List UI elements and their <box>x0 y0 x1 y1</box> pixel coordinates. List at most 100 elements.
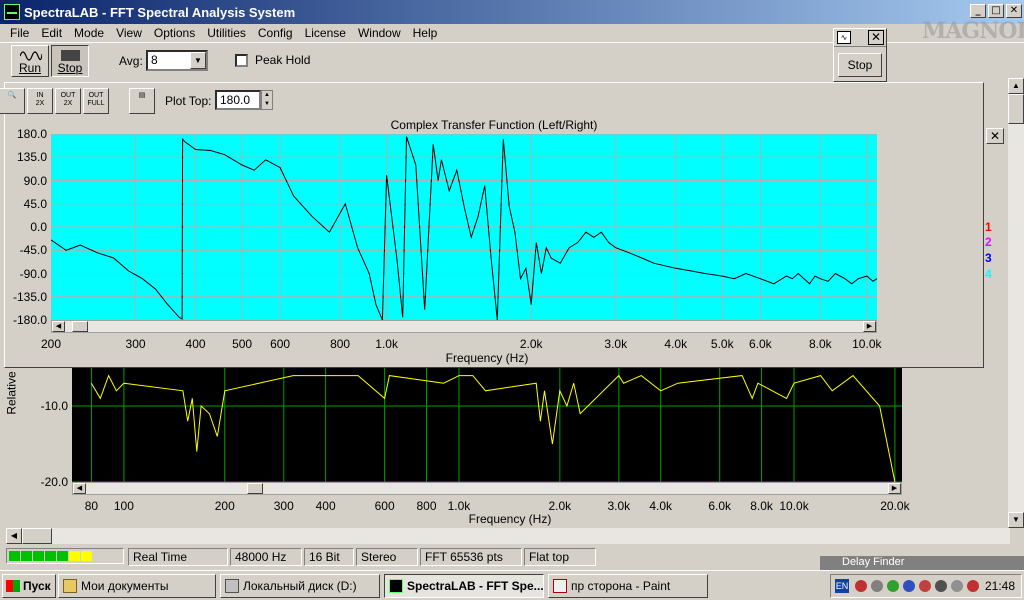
status-channels: Stereo <box>356 548 418 566</box>
plot-top-spinner[interactable]: ▲ ▼ <box>261 90 273 110</box>
transfer-plot[interactable] <box>51 134 877 320</box>
status-mode: Real Time <box>128 548 228 566</box>
scroll-right-icon[interactable]: ▶ <box>888 483 901 494</box>
tray-icon-7[interactable] <box>951 580 963 592</box>
maximize-button[interactable]: □ <box>988 4 1004 18</box>
tf-x-tick-label: 2.0k <box>519 337 543 351</box>
channel-3-label: 3 <box>985 251 992 265</box>
menu-bar: File Edit Mode View Options Utilities Co… <box>0 24 443 42</box>
scroll-down-icon[interactable]: ▼ <box>1008 512 1024 528</box>
scroll-left-arrow-icon[interactable]: ◀ <box>6 528 22 544</box>
side-panel-close-icon[interactable]: ✕ <box>986 128 1004 144</box>
mag-x-tick-label: 300 <box>273 499 294 513</box>
menu-view[interactable]: View <box>110 26 148 40</box>
tray-icon-8[interactable] <box>967 580 979 592</box>
tray-icon-4[interactable] <box>903 580 915 592</box>
peak-hold-checkbox[interactable] <box>235 54 248 67</box>
tray-icon-3[interactable] <box>887 580 899 592</box>
magnitude-x-axis-title: Frequency (Hz) <box>468 512 552 526</box>
tf-series-line <box>51 136 877 320</box>
tf-x-tick-label: 200 <box>40 337 62 351</box>
channel-4-label: 4 <box>985 267 992 281</box>
task-my-documents[interactable]: Мои документы <box>58 574 216 598</box>
menu-help[interactable]: Help <box>407 26 444 40</box>
task-paint[interactable]: пр сторона - Paint <box>548 574 708 598</box>
close-button[interactable]: ✕ <box>1006 4 1022 18</box>
magnitude-plot[interactable] <box>72 368 902 482</box>
menu-license[interactable]: License <box>299 26 352 40</box>
mag-series-line <box>90 374 896 482</box>
start-button[interactable]: Пуск <box>2 574 56 598</box>
status-window-type: Flat top <box>524 548 596 566</box>
paint-icon <box>553 579 567 593</box>
transfer-function-window: 🔍 IN 2X OUT 2X OUT FULL ▤ Plot Top: 180.0 ▲… <box>0 82 984 368</box>
tray-icon-5[interactable] <box>919 580 931 592</box>
mag-x-tick-label: 600 <box>374 499 395 513</box>
main-horizontal-scrollbar[interactable]: ◀ <box>6 528 1010 544</box>
delay-finder-window-titlebar[interactable]: Delay Finder <box>820 556 1024 570</box>
mag-x-tick-label: 10.0k <box>779 499 809 513</box>
scroll-left-icon[interactable]: ◀ <box>52 321 65 332</box>
tray-icon-2[interactable] <box>871 580 883 592</box>
menu-config[interactable]: Config <box>252 26 299 40</box>
mag-x-tick-label: 100 <box>113 499 134 513</box>
main-vscroll-thumb[interactable] <box>1008 94 1024 124</box>
menu-edit[interactable]: Edit <box>35 26 68 40</box>
magnitude-y-axis-label: Relative <box>4 371 19 415</box>
status-bits: 16 Bit <box>304 548 354 566</box>
scroll-left-icon[interactable]: ◀ <box>73 483 86 494</box>
zoom-out-2x-button[interactable]: OUT 2X <box>55 88 81 114</box>
spectralab-icon <box>389 579 403 593</box>
tf-x-tick-label: 300 <box>125 337 146 351</box>
magnitude-scroll-thumb[interactable] <box>247 483 263 494</box>
avg-label: Avg: <box>119 54 143 68</box>
menu-utilities[interactable]: Utilities <box>201 26 252 40</box>
main-hscroll-thumb[interactable] <box>22 528 52 544</box>
volume-icon[interactable] <box>935 580 947 592</box>
language-indicator[interactable]: EN <box>835 579 849 593</box>
menu-file[interactable]: File <box>4 26 35 40</box>
stop-button[interactable]: Stop <box>51 45 89 77</box>
avg-select[interactable]: 8 ▼ <box>146 50 208 71</box>
tf-x-tick-label: 800 <box>330 337 351 351</box>
task-local-disk[interactable]: Локальный диск (D:) <box>220 574 380 598</box>
peak-hold-label[interactable]: Peak Hold <box>255 53 310 67</box>
transfer-plot-scrollbar[interactable]: ◀ ▶ <box>51 320 877 333</box>
tf-x-tick-label: 500 <box>232 337 253 351</box>
network-icon[interactable] <box>855 580 867 592</box>
stop-icon <box>61 50 80 61</box>
spectralab-app-icon[interactable] <box>4 4 20 20</box>
run-label: Run <box>18 61 41 75</box>
minimize-button[interactable]: _ <box>970 4 986 18</box>
menu-window[interactable]: Window <box>352 26 407 40</box>
transfer-scroll-thumb[interactable] <box>72 321 88 332</box>
scroll-up-icon[interactable]: ▲ <box>1008 78 1024 94</box>
waveform-icon: ∿ <box>837 31 851 44</box>
zoom-in-2x-button[interactable]: IN 2X <box>27 88 53 114</box>
tf-x-tick-label: 6.0k <box>748 337 772 351</box>
menu-options[interactable]: Options <box>148 26 201 40</box>
zoom-out-full-button[interactable]: OUT FULL <box>83 88 109 114</box>
tf-x-tick-label: 400 <box>185 337 206 351</box>
scroll-right-icon[interactable]: ▶ <box>863 321 876 332</box>
transfer-chart-title: Complex Transfer Function (Left/Right) <box>390 118 598 132</box>
status-fft-size: FFT 65536 pts <box>420 548 522 566</box>
mini-close-icon[interactable]: ✕ <box>868 30 884 45</box>
mini-window-titlebar[interactable]: ∿ ✕ <box>834 29 886 47</box>
chevron-down-icon[interactable]: ▼ <box>190 52 206 69</box>
plot-settings-icon[interactable]: ▤ <box>129 88 155 114</box>
run-button[interactable]: Run <box>11 45 49 77</box>
task-spectralab[interactable]: SpectraLAB - FFT Spe... <box>384 574 544 598</box>
tf-y-tick-label: -180.0 <box>12 313 47 327</box>
tf-x-tick-label: 10.0k <box>852 337 882 351</box>
main-vertical-scrollbar[interactable]: ▲ ▼ <box>1008 78 1024 528</box>
tf-y-tick-label: 0.0 <box>30 220 47 234</box>
mag-x-tick-label: 400 <box>315 499 336 513</box>
plot-top-input[interactable]: 180.0 <box>215 90 261 110</box>
title-bar[interactable]: SpectraLAB - FFT Spectral Analysis Syste… <box>0 0 1024 24</box>
magnitude-plot-scrollbar[interactable]: ◀ ▶ <box>72 482 902 495</box>
mini-stop-button[interactable]: Stop <box>838 53 882 77</box>
zoom-magnifier-icon[interactable]: 🔍 <box>0 88 25 114</box>
menu-mode[interactable]: Mode <box>68 26 110 40</box>
tf-x-tick-label: 8.0k <box>808 337 832 351</box>
